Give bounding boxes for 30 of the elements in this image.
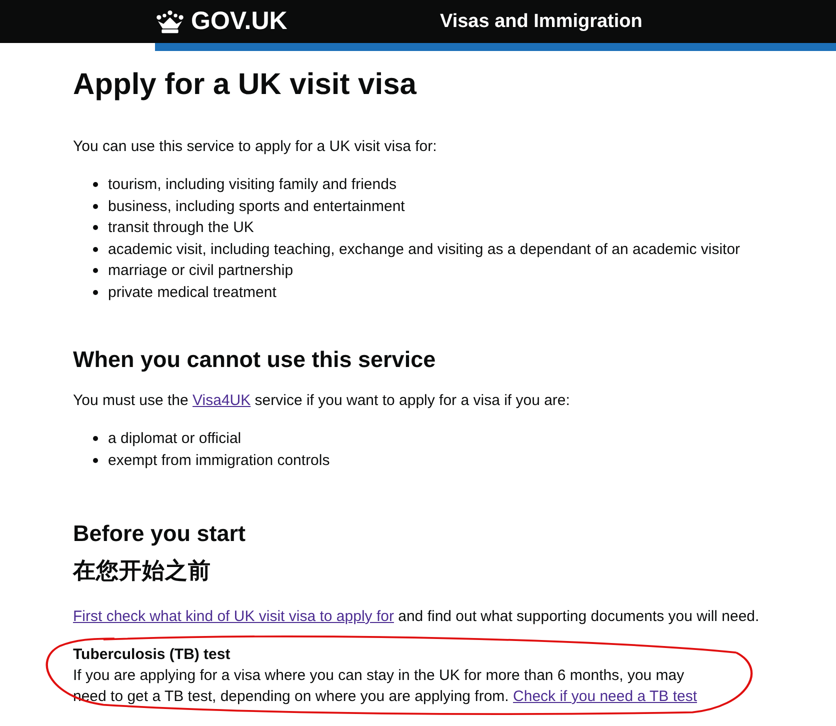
subsection-heading: Tuberculosis (TB) test — [73, 645, 232, 665]
list-item: exempt from immigration controls — [108, 450, 330, 470]
visa4uk-link[interactable]: Visa4UK — [192, 392, 251, 409]
list-item: transit through the UK — [108, 218, 254, 238]
tb-check-link[interactable]: Check if you need a TB test — [513, 688, 698, 705]
list-bullet — [93, 225, 98, 230]
service-name: Visas and Immigration — [440, 10, 642, 32]
list-bullet — [93, 436, 98, 442]
list-item: business, including sports and entertainment — [108, 196, 405, 216]
section-heading: Before you start — [73, 520, 247, 547]
page-title: Apply for a UK visit visa — [73, 67, 418, 103]
list-bullet — [93, 204, 98, 209]
list-item: a diplomat or official — [108, 429, 242, 449]
paragraph: First check what kind of UK visit visa to apply for and find out what supporting documents you will need. — [73, 607, 760, 627]
list-bullet — [93, 246, 98, 252]
govuk-logo-link[interactable]: GOV.UK — [191, 7, 288, 36]
list-item: private medical treatment — [108, 282, 276, 302]
list-bullet — [93, 290, 98, 295]
list-item: tourism, including visiting family and friends — [108, 175, 396, 195]
list-bullet — [93, 268, 98, 274]
paragraph: You must use the Visa4UK service if you want to apply for a visa if you are: — [73, 391, 571, 411]
translated-heading: 在您开始之前 — [73, 557, 212, 584]
list-bullet — [93, 458, 98, 463]
list-bullet — [93, 182, 98, 188]
visa-type-link[interactable]: First check what kind of UK visit visa to apply for — [73, 608, 394, 625]
crown-icon — [155, 10, 185, 34]
section-heading: When you cannot use this service — [73, 346, 437, 373]
list-item: marriage or civil partnership — [108, 261, 294, 281]
intro-text: You can use this service to apply for a UK visit visa for: — [73, 137, 438, 157]
list-item: academic visit, including teaching, exchange and visiting as a dependant of an academic visitor — [108, 240, 740, 260]
